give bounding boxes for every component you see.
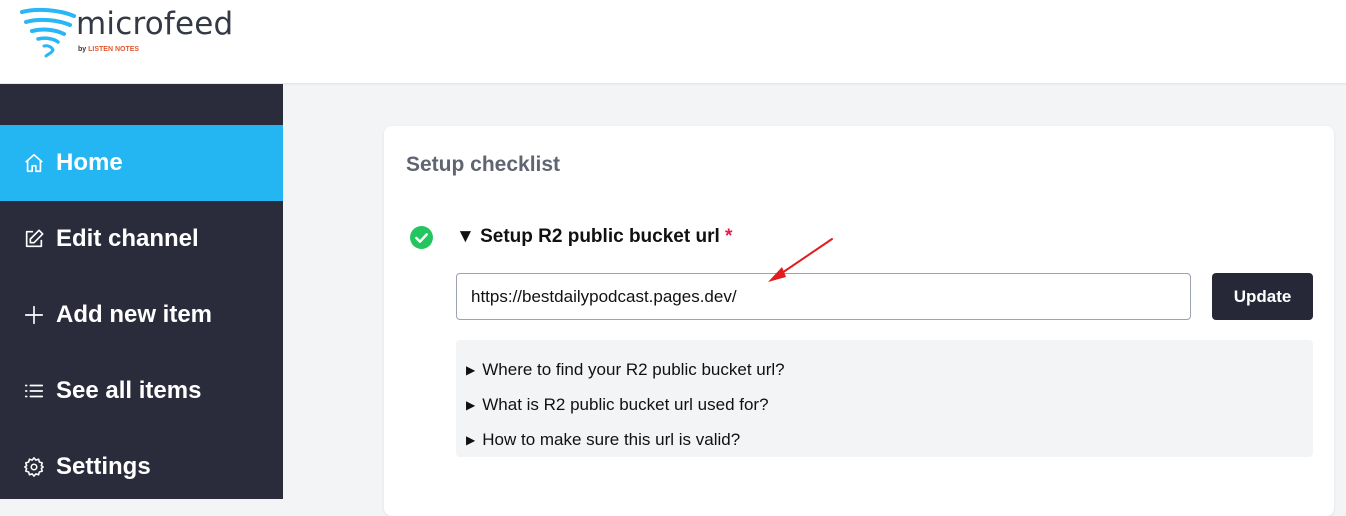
check-circle-icon — [410, 226, 433, 249]
collapse-triangle-icon: ▼ — [456, 226, 475, 247]
faq-item-valid-url[interactable]: ▶ How to make sure this url is valid? — [456, 422, 1313, 457]
card-title: Setup checklist — [406, 153, 561, 176]
sidebar-item-label: See all items — [56, 377, 202, 404]
sidebar-item-label: Settings — [56, 453, 151, 480]
sidebar-item-label: Add new item — [56, 301, 213, 328]
brand-name: microfeed — [76, 6, 234, 42]
brand-byline: by LISTEN NOTES — [78, 46, 139, 53]
faq-item-label: Where to find your R2 public bucket url? — [482, 359, 785, 379]
sidebar: Home Edit channel Add new item See all i… — [0, 84, 283, 499]
list-icon — [22, 379, 46, 403]
update-button[interactable]: Update — [1212, 273, 1313, 320]
sidebar-item-add-new-item[interactable]: Add new item — [0, 277, 283, 353]
sidebar-item-label: Edit channel — [56, 225, 199, 252]
plus-icon — [22, 303, 46, 327]
checklist-item-toggle[interactable]: ▼ Setup R2 public bucket url * — [456, 226, 732, 248]
checklist-item-title: Setup R2 public bucket url — [480, 226, 720, 247]
edit-icon — [22, 227, 46, 251]
faq-item-label: How to make sure this url is valid? — [482, 429, 741, 449]
byline-company: LISTEN NOTES — [88, 46, 140, 53]
home-icon — [22, 151, 46, 175]
faq-item-where-to-find[interactable]: ▶ Where to find your R2 public bucket ur… — [456, 352, 1313, 387]
sidebar-item-edit-channel[interactable]: Edit channel — [0, 201, 283, 277]
byline-by: by — [78, 46, 87, 53]
required-mark: * — [725, 226, 733, 247]
sidebar-item-see-all-items[interactable]: See all items — [0, 353, 283, 429]
expand-triangle-icon: ▶ — [466, 362, 476, 377]
expand-triangle-icon: ▶ — [466, 397, 476, 412]
faq-item-label: What is R2 public bucket url used for? — [482, 394, 769, 414]
gear-icon — [22, 455, 46, 479]
sidebar-item-label: Home — [56, 149, 123, 176]
expand-triangle-icon: ▶ — [466, 432, 476, 447]
tornado-logo-icon — [20, 7, 76, 58]
sidebar-item-home[interactable]: Home — [0, 125, 283, 201]
r2-bucket-url-input[interactable] — [456, 273, 1191, 320]
faq-list: ▶ Where to find your R2 public bucket ur… — [456, 340, 1313, 457]
sidebar-item-settings[interactable]: Settings — [0, 429, 283, 505]
faq-item-used-for[interactable]: ▶ What is R2 public bucket url used for? — [456, 387, 1313, 422]
setup-checklist-card: Setup checklist ▼ Setup R2 public bucket… — [384, 126, 1334, 516]
top-bar: microfeed by LISTEN NOTES — [0, 0, 1346, 84]
